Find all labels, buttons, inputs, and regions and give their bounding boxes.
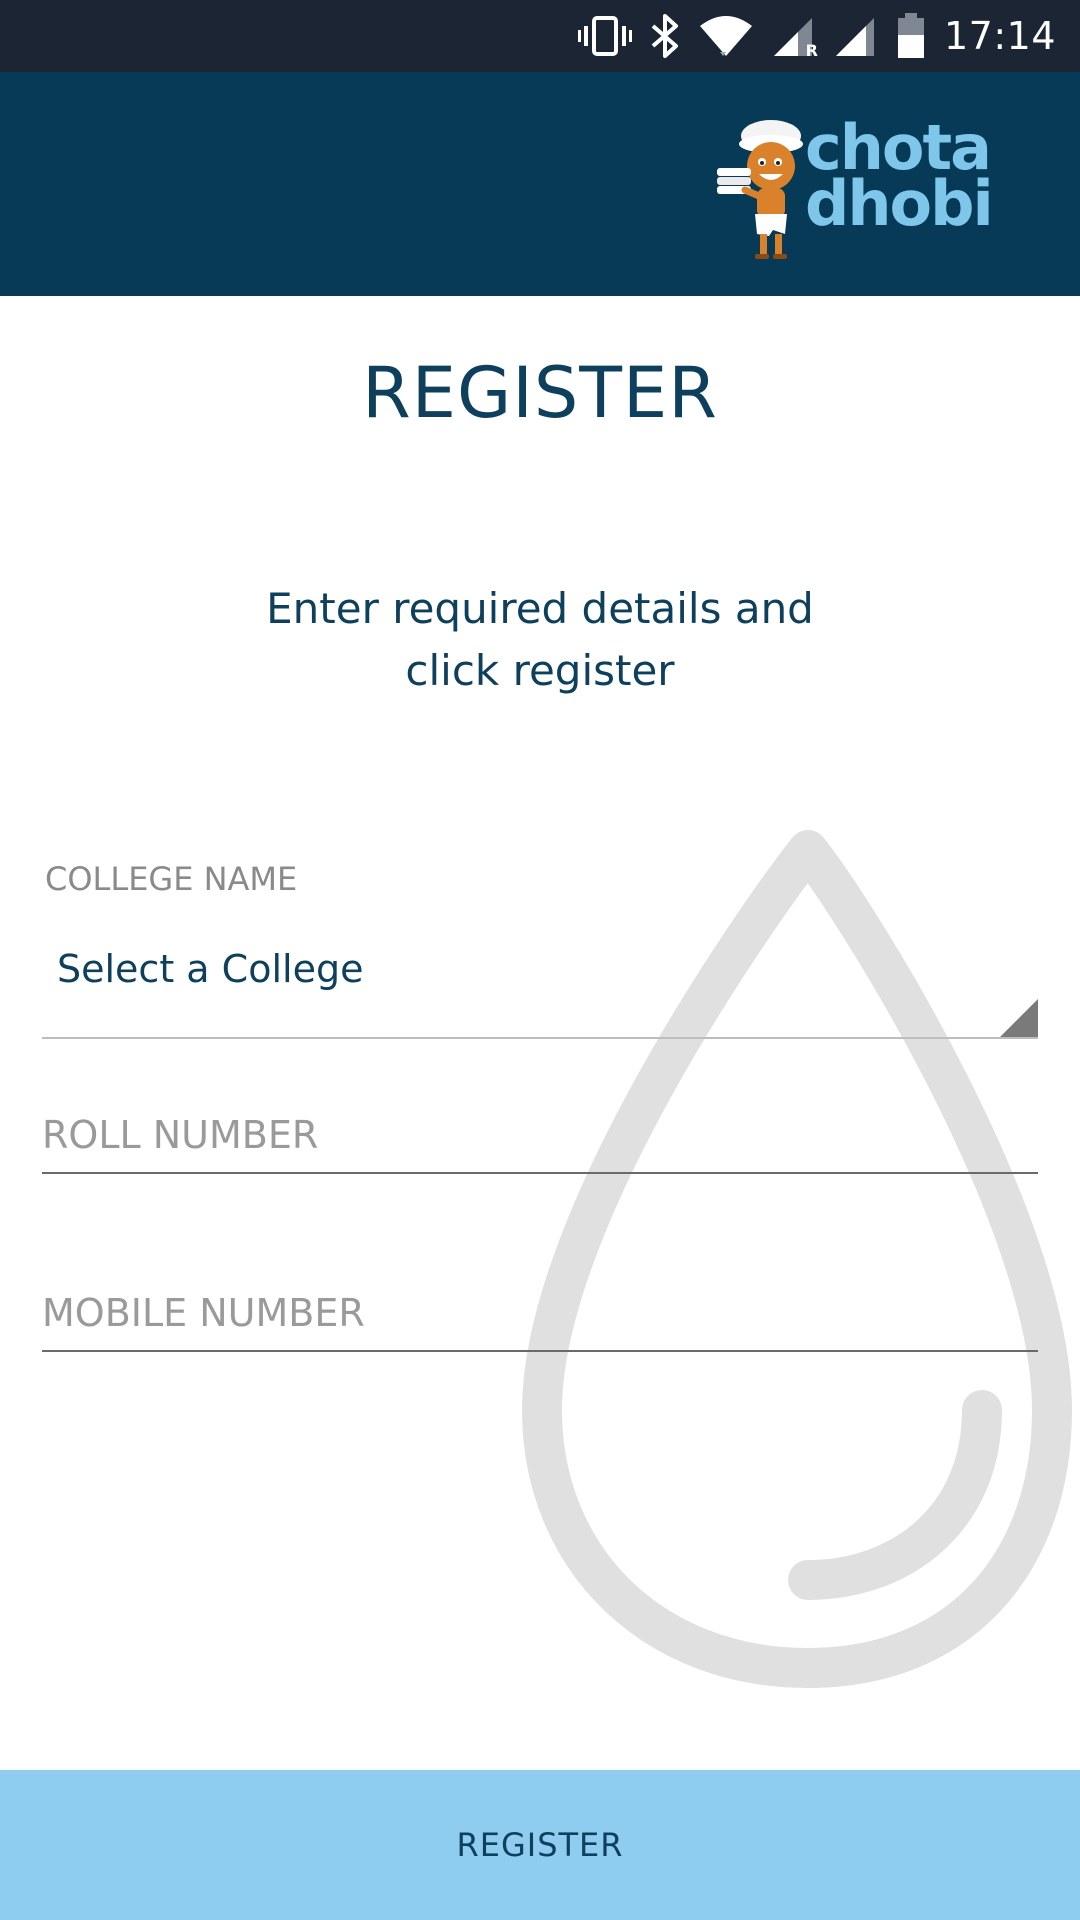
app-header: chota dhobi — [0, 72, 1080, 296]
college-select-dropdown[interactable]: Select a College — [42, 935, 1038, 1039]
instructions-line-1: Enter required details and — [266, 584, 814, 633]
page-title: REGISTER — [362, 352, 718, 434]
wifi-icon — [698, 14, 754, 58]
brand-logo: chota dhobi — [715, 114, 995, 264]
brand-wordmark: chota dhobi — [805, 117, 994, 240]
status-time: 17:14 — [943, 14, 1056, 58]
instructions-line-2: click register — [405, 646, 675, 695]
signal-icon — [834, 14, 878, 58]
brand-wordmark-line2: dhobi — [805, 167, 994, 240]
battery-icon — [896, 13, 926, 59]
bluetooth-icon — [650, 14, 680, 58]
register-button[interactable]: REGISTER — [0, 1770, 1080, 1920]
college-select-value: Select a College — [57, 947, 364, 991]
status-icons: R 17:14 — [577, 0, 1056, 72]
instructions-text: Enter required details and click registe… — [240, 578, 840, 702]
status-bar: R 17:14 — [0, 0, 1080, 72]
roll-number-input[interactable] — [42, 1098, 1038, 1174]
mobile-number-input[interactable] — [42, 1276, 1038, 1352]
roaming-badge: R — [805, 41, 818, 60]
dropdown-arrow-icon — [1000, 999, 1038, 1037]
vibrate-icon — [577, 14, 632, 58]
signal-roaming-icon: R — [772, 14, 818, 60]
college-name-label: COLLEGE NAME — [45, 860, 298, 898]
chota-dhobi-mascot-icon — [717, 120, 803, 259]
